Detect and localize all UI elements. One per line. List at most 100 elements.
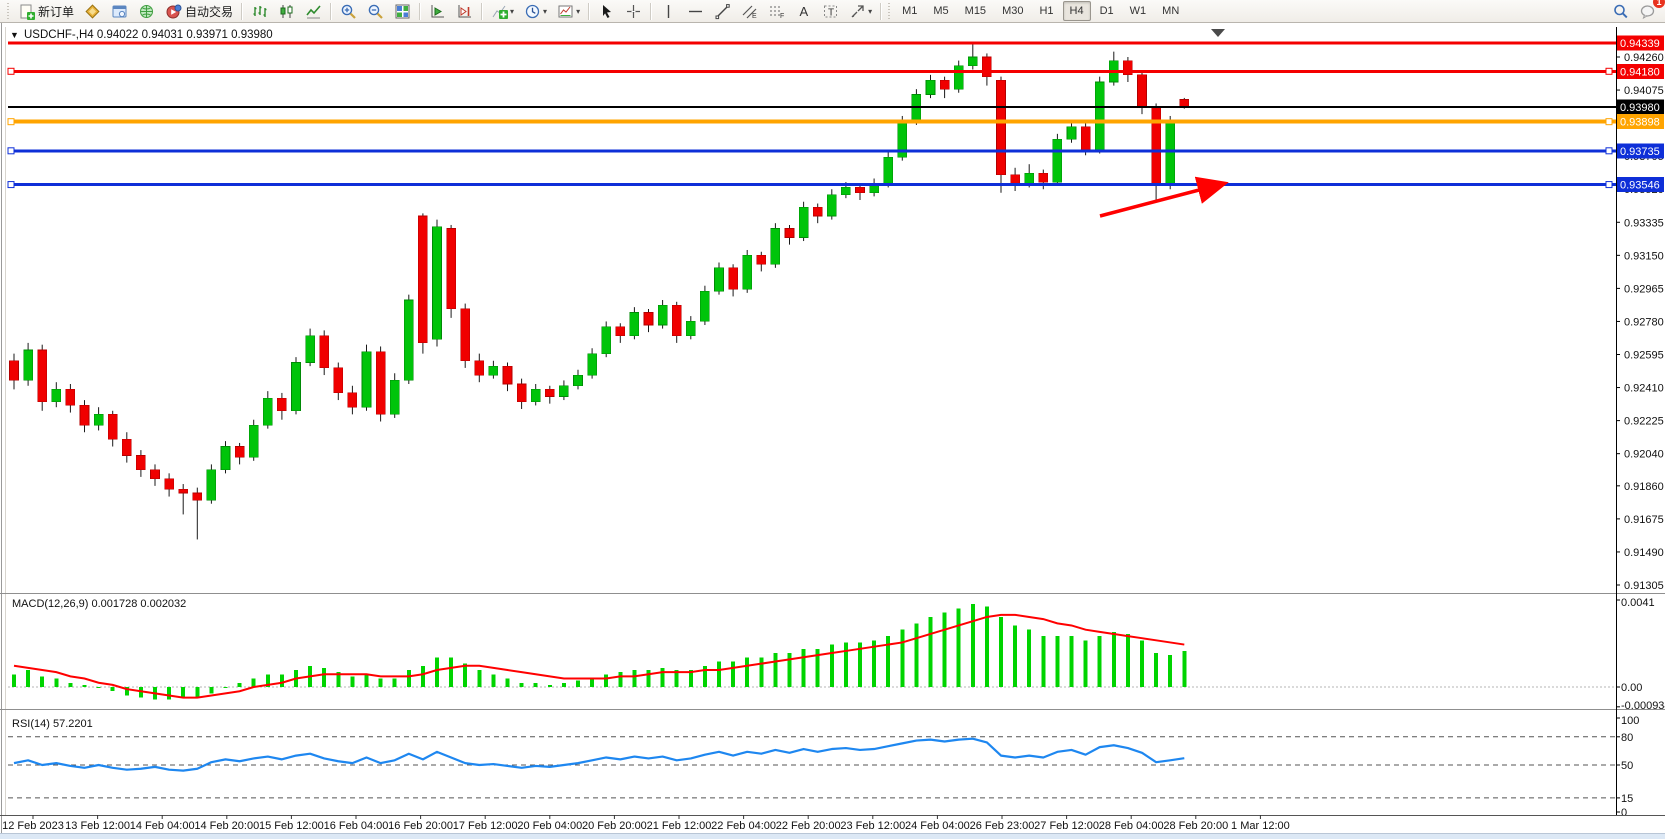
periods-button[interactable]: ▾ xyxy=(520,0,551,22)
timeframe-h1-button[interactable]: H1 xyxy=(1032,1,1060,21)
candle xyxy=(1081,127,1090,150)
candle xyxy=(574,375,583,386)
candle xyxy=(1039,173,1048,182)
timeframe-mn-button[interactable]: MN xyxy=(1155,1,1186,21)
time-tick: 28 Feb 04:00 xyxy=(1099,820,1164,832)
line-chart-button[interactable] xyxy=(301,0,326,22)
candle xyxy=(856,187,865,192)
line-handle[interactable] xyxy=(8,68,14,74)
zoom-in-button[interactable] xyxy=(336,0,361,22)
timeframe-m5-button[interactable]: M5 xyxy=(926,1,955,21)
market-watch-button[interactable] xyxy=(80,0,105,22)
line-handle[interactable] xyxy=(1606,182,1612,188)
macd-bar xyxy=(83,685,87,687)
symbol-ohlc-title: USDCHF-,H4 0.94022 0.94031 0.93971 0.939… xyxy=(24,29,273,41)
search-button[interactable] xyxy=(1608,0,1633,22)
timeframe-m15-button[interactable]: M15 xyxy=(958,1,993,21)
price-badge-0.94339: 0.94339 xyxy=(1617,35,1664,50)
chart-title: ▼ USDCHF-,H4 0.94022 0.94031 0.93971 0.93… xyxy=(10,29,273,41)
macd-bar xyxy=(773,653,777,687)
timeframe-d1-button[interactable]: D1 xyxy=(1093,1,1121,21)
candle xyxy=(743,255,752,289)
text-button[interactable]: A xyxy=(791,0,816,22)
cursor-button[interactable] xyxy=(594,0,619,22)
svg-text:T: T xyxy=(828,7,834,18)
vertical-line-button[interactable] xyxy=(656,0,681,22)
line-handle[interactable] xyxy=(1606,148,1612,154)
candle xyxy=(66,389,75,405)
bar-chart-button[interactable] xyxy=(247,0,272,22)
timeframe-h4-button[interactable]: H4 xyxy=(1063,1,1091,21)
line-handle[interactable] xyxy=(1606,68,1612,74)
candle xyxy=(108,414,117,439)
fibo-icon: F xyxy=(768,3,785,20)
macd-bar xyxy=(26,670,30,687)
candle xyxy=(136,455,145,469)
line-handle[interactable] xyxy=(1606,119,1612,125)
notification-badge: 1 xyxy=(1653,0,1665,8)
candle xyxy=(10,361,19,381)
toolbar-separator xyxy=(481,3,483,20)
macd-bar xyxy=(590,679,594,687)
clock-icon xyxy=(524,3,541,20)
macd-bar xyxy=(477,670,481,687)
chart-shift-button[interactable] xyxy=(452,0,477,22)
crosshair-button[interactable] xyxy=(621,0,646,22)
data-window-icon xyxy=(111,3,128,20)
candle xyxy=(1166,121,1175,185)
navigator-button[interactable] xyxy=(134,0,159,22)
candle xyxy=(249,425,258,457)
price-tick: 0.92965 xyxy=(1624,283,1664,295)
text-label-button[interactable]: T xyxy=(818,0,843,22)
trendline-button[interactable] xyxy=(710,0,735,22)
horizontal-line-button[interactable] xyxy=(683,0,708,22)
equidistant-channel-button[interactable]: E xyxy=(737,0,762,22)
macd-bar xyxy=(252,679,256,687)
price-tick: 0.91675 xyxy=(1624,514,1664,526)
crosshair-icon xyxy=(625,3,642,20)
candle xyxy=(827,195,836,216)
autotrading-button[interactable]: 自动交易 xyxy=(161,0,237,22)
zoom-out-button[interactable] xyxy=(363,0,388,22)
candle xyxy=(362,352,371,407)
new-order-button[interactable]: 新订单 xyxy=(14,0,78,22)
candle xyxy=(799,207,808,237)
candle xyxy=(954,66,963,89)
candle xyxy=(94,414,103,425)
time-tick: 16 Feb 20:00 xyxy=(388,820,453,832)
candle xyxy=(997,80,1006,175)
collapse-icon[interactable]: ▼ xyxy=(10,30,19,40)
auto-scroll-button[interactable] xyxy=(425,0,450,22)
candles-icon xyxy=(278,3,295,20)
candle xyxy=(475,361,484,375)
fibonacci-button[interactable]: F xyxy=(764,0,789,22)
candle xyxy=(982,57,991,77)
candle xyxy=(813,207,822,216)
timeframe-m30-button[interactable]: M30 xyxy=(995,1,1030,21)
macd-bar xyxy=(1168,655,1172,687)
time-tick: 16 Feb 04:00 xyxy=(324,820,389,832)
templates-button[interactable]: ▾ xyxy=(553,0,584,22)
indicators-button[interactable]: ▾ xyxy=(487,0,518,22)
time-tick: 20 Feb 20:00 xyxy=(582,820,647,832)
line-handle[interactable] xyxy=(8,148,14,154)
timeframe-m1-button[interactable]: M1 xyxy=(895,1,924,21)
timeframe-w1-button[interactable]: W1 xyxy=(1123,1,1154,21)
candle xyxy=(390,380,399,414)
autotrading-button-label: 自动交易 xyxy=(185,3,233,20)
macd-bar xyxy=(280,674,284,687)
line-handle[interactable] xyxy=(8,182,14,188)
candle xyxy=(545,389,554,396)
arrows-button[interactable]: ▾ xyxy=(845,0,876,22)
chart-area[interactable]: ▼ USDCHF-,H4 0.94022 0.94031 0.93971 0.93… xyxy=(0,23,1665,839)
toolbar-right: 1 xyxy=(1607,0,1661,22)
macd-bar xyxy=(435,657,439,687)
macd-bar xyxy=(534,683,538,687)
candle xyxy=(616,327,625,336)
line-handle[interactable] xyxy=(8,119,14,125)
candlestick-button[interactable] xyxy=(274,0,299,22)
tile-windows-button[interactable] xyxy=(390,0,415,22)
data-window-button[interactable] xyxy=(107,0,132,22)
toolbar-separator xyxy=(650,3,652,20)
notifications-button[interactable]: 1 xyxy=(1635,0,1660,22)
